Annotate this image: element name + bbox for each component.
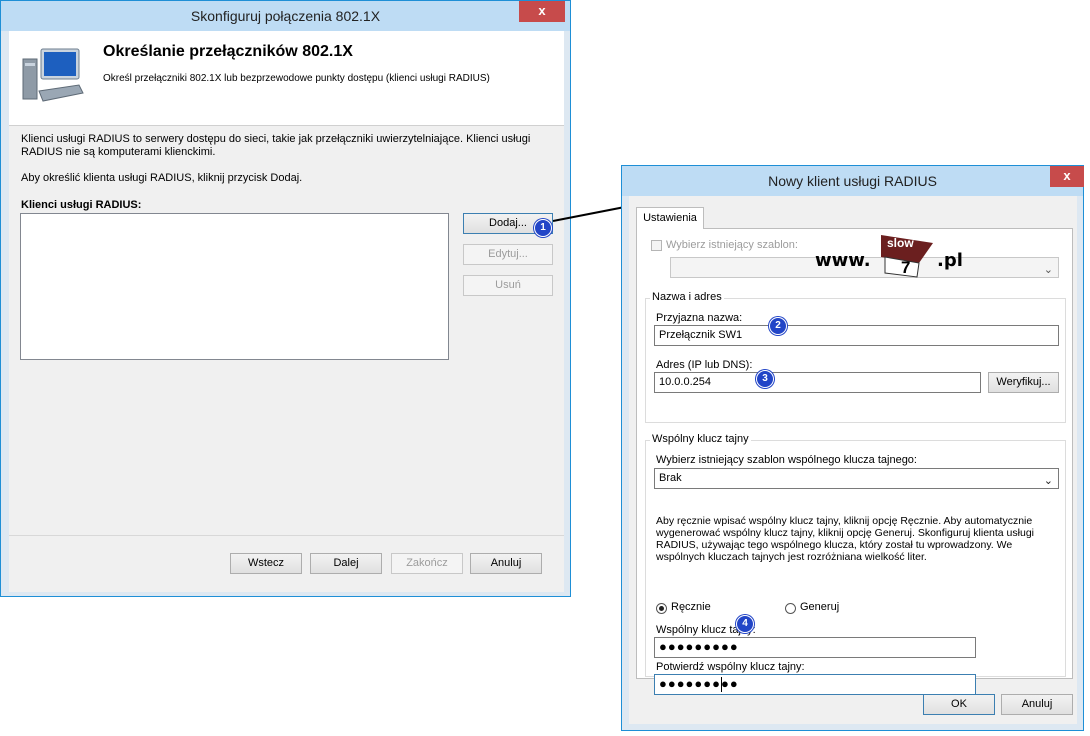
close-button[interactable]: x xyxy=(1050,166,1084,187)
address-field[interactable]: 10.0.0.254 xyxy=(654,372,981,393)
shared-secret-field[interactable]: ●●●●●●●●● xyxy=(654,637,976,658)
dialog-title: Nowy klient usługi RADIUS xyxy=(768,173,937,189)
manual-radio-label: Ręcznie xyxy=(671,601,711,613)
watermark-number: 7 xyxy=(901,258,911,277)
tab-panel: Wybierz istniejący szablon: ⌄ www. slow … xyxy=(636,228,1073,679)
ok-button[interactable]: OK xyxy=(923,694,995,715)
info-line2: wygenerować wspólny klucz tajny, kliknij… xyxy=(656,527,1034,539)
watermark-suffix: .pl xyxy=(937,250,963,271)
cancel-button[interactable]: Anuluj xyxy=(1001,694,1073,715)
confirm-secret-label: Potwierdź wspólny klucz tajny: xyxy=(656,661,805,673)
manual-radio[interactable] xyxy=(656,603,667,614)
name-address-group-label: Nazwa i adres xyxy=(650,291,724,303)
watermark-top: slow xyxy=(887,236,914,250)
verify-button[interactable]: Weryfikuj... xyxy=(988,372,1059,393)
dialog-body: Ustawienia Wybierz istniejący szablon: ⌄… xyxy=(629,196,1077,724)
callout-4: 4 xyxy=(736,615,754,633)
template-checkbox-label: Wybierz istniejący szablon: xyxy=(666,239,798,251)
callout-3: 3 xyxy=(756,370,774,388)
watermark-logo: www. slow 7 .pl xyxy=(815,235,975,283)
address-label: Adres (IP lub DNS): xyxy=(656,359,753,371)
shared-secret-group-label: Wspólny klucz tajny xyxy=(650,433,751,445)
generate-radio[interactable] xyxy=(785,603,796,614)
template-checkbox[interactable] xyxy=(651,240,662,251)
secret-template-value: Brak xyxy=(659,472,682,484)
friendly-name-label: Przyjazna nazwa: xyxy=(656,312,743,324)
watermark-prefix: www. xyxy=(815,250,871,271)
tab-settings[interactable]: Ustawienia xyxy=(636,207,704,229)
confirm-secret-field[interactable]: ●●●●●●●●● xyxy=(654,674,976,695)
radius-client-dialog: Nowy klient usługi RADIUS x Ustawienia W… xyxy=(621,165,1084,731)
info-line3: RADIUS, używając tego wspólnego klucza, … xyxy=(656,539,1013,551)
dialog-titlebar[interactable]: Nowy klient usługi RADIUS x xyxy=(622,166,1084,196)
chevron-down-icon: ⌄ xyxy=(1043,475,1053,487)
text-cursor xyxy=(721,677,722,692)
chevron-down-icon: ⌄ xyxy=(1043,264,1053,276)
generate-radio-label: Generuj xyxy=(800,601,840,613)
friendly-name-field[interactable]: Przełącznik SW1 xyxy=(654,325,1059,346)
info-line4: wspólnych kluczach tajnych jest rozróżni… xyxy=(656,551,927,563)
callout-2: 2 xyxy=(769,317,787,335)
watermark-badge: slow 7 xyxy=(879,235,937,279)
info-line1: Aby ręcznie wpisać wspólny klucz tajny, … xyxy=(656,515,1033,527)
secret-template-select[interactable]: Brak ⌄ xyxy=(654,468,1059,489)
secret-template-label: Wybierz istniejący szablon wspólnego klu… xyxy=(656,454,917,466)
